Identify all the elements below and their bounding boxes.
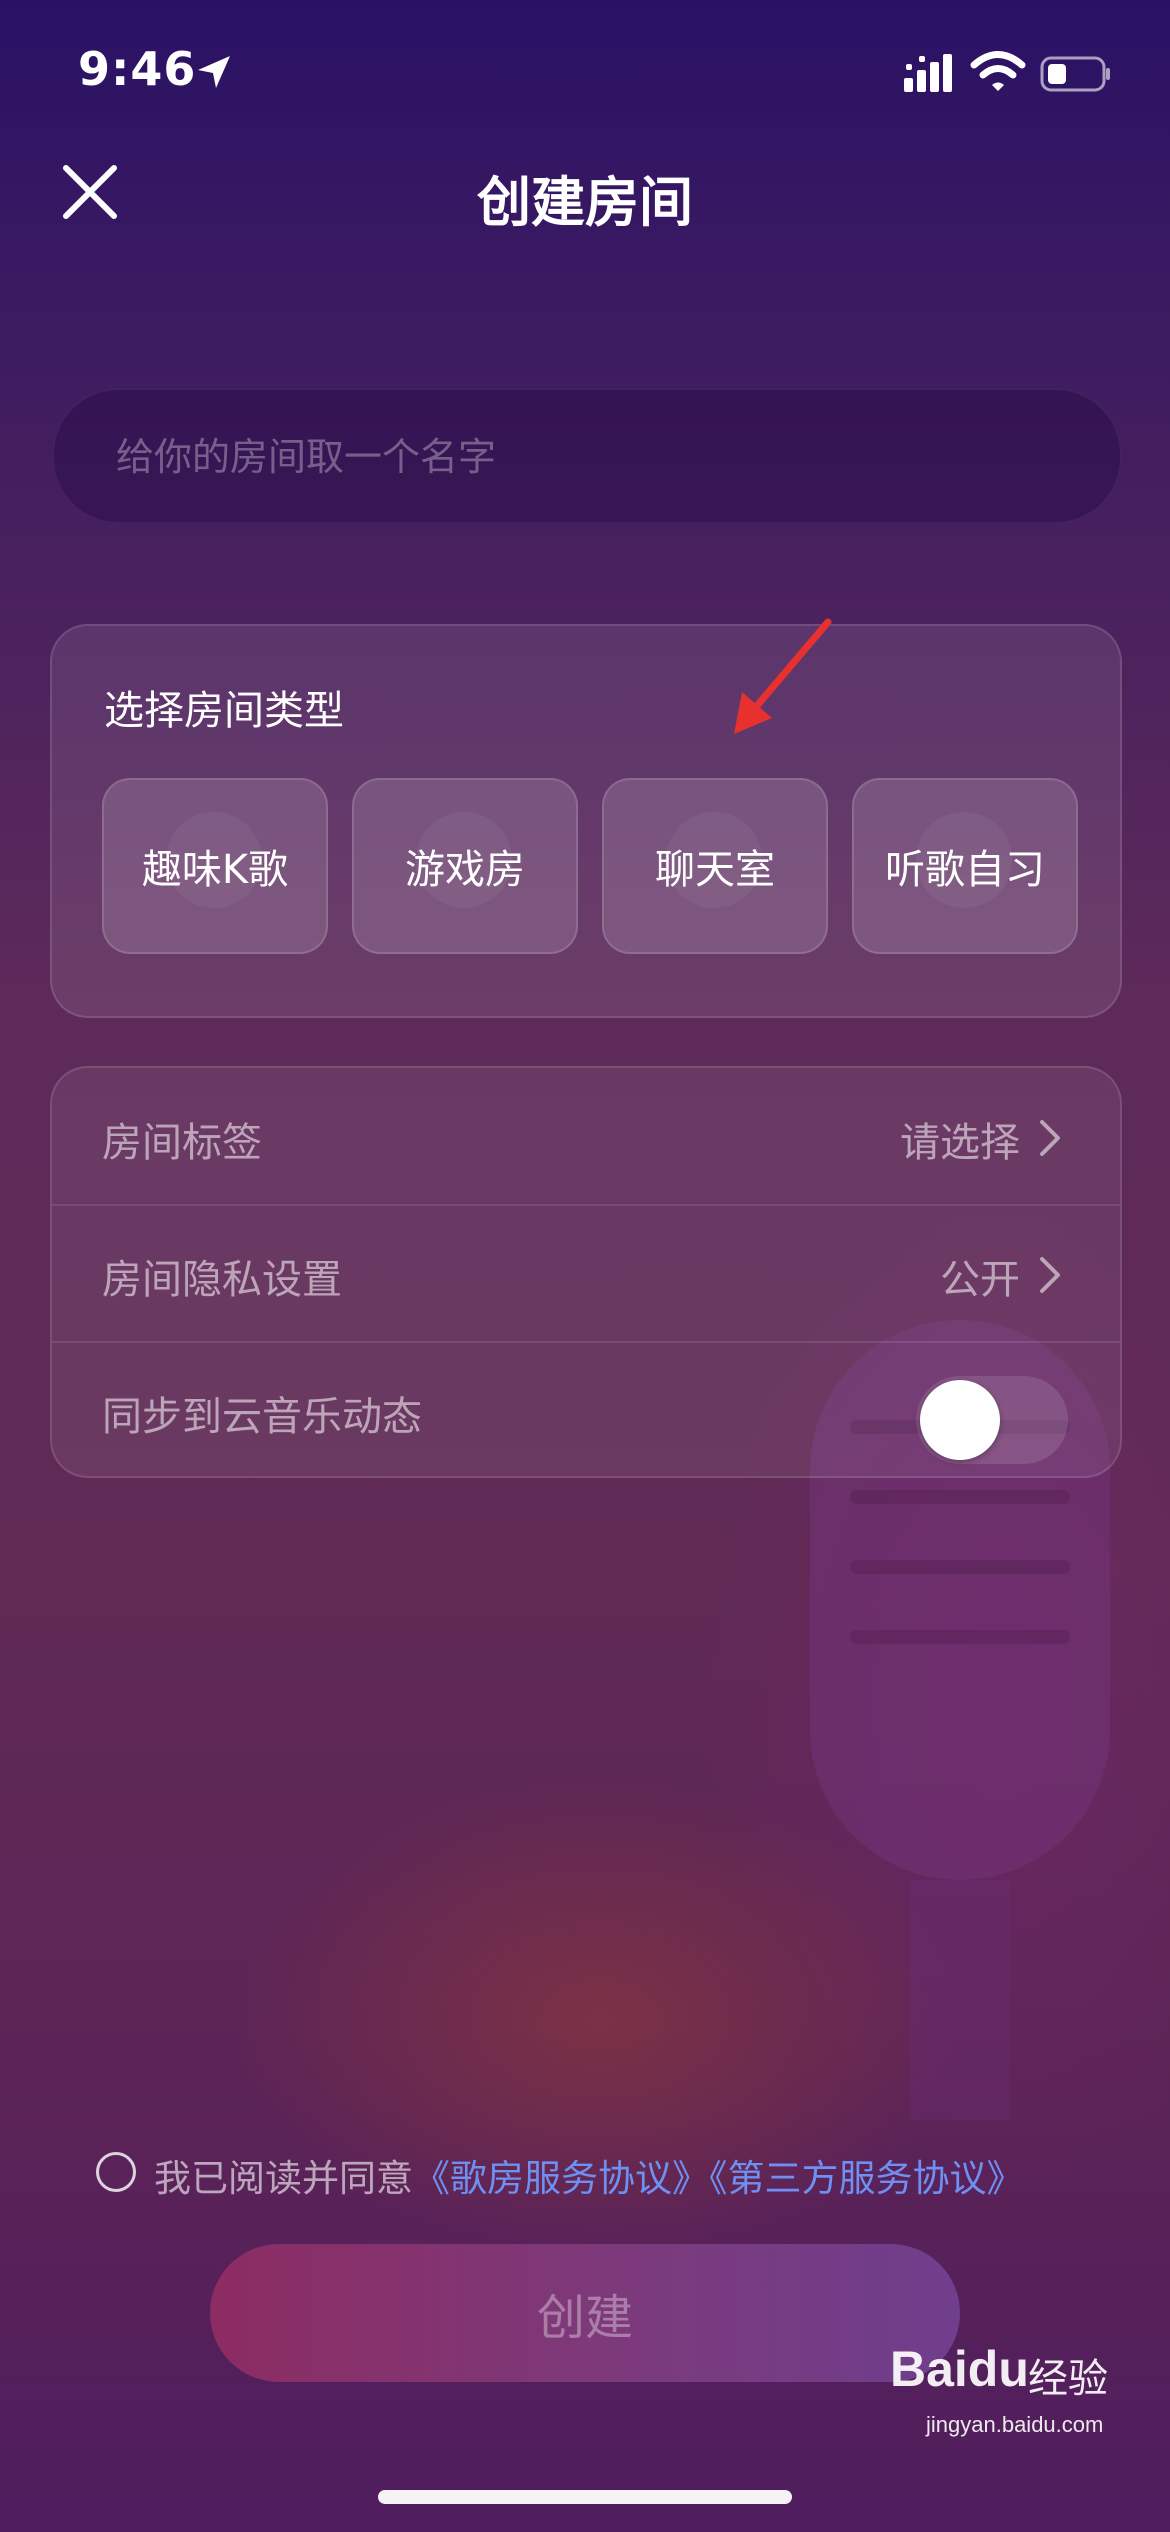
page-title: 创建房间 xyxy=(477,171,693,234)
room-privacy-row[interactable]: 房间隐私设置 公开 xyxy=(52,1205,1120,1341)
room-tags-row[interactable]: 房间标签 请选择 xyxy=(52,1068,1120,1204)
create-button[interactable]: 创建 xyxy=(210,2244,960,2382)
status-time: 9:46 xyxy=(78,42,197,96)
room-type-label: 听歌自习 xyxy=(885,847,1045,893)
room-type-card: 选择房间类型 趣味K歌 游戏房 聊天室 听歌自习 xyxy=(50,624,1122,1018)
watermark-url: jingyan.baidu.com xyxy=(926,2412,1104,2437)
room-settings-list: 房间标签 请选择 房间隐私设置 公开 同步到云音乐动态 xyxy=(50,1066,1122,1478)
location-arrow-icon xyxy=(198,56,230,88)
room-type-game[interactable]: 游戏房 xyxy=(352,778,578,954)
room-type-title: 选择房间类型 xyxy=(104,688,344,734)
baidu-logo: Baidu xyxy=(890,2341,1029,2397)
status-bar: 9:46 xyxy=(0,0,1170,140)
room-type-karaoke[interactable]: 趣味K歌 xyxy=(102,778,328,954)
room-name-input[interactable] xyxy=(114,390,1078,524)
room-type-study[interactable]: 听歌自习 xyxy=(852,778,1078,954)
battery-icon xyxy=(1040,56,1110,92)
room-type-label: 聊天室 xyxy=(655,847,775,893)
room-type-label: 趣味K歌 xyxy=(141,847,289,893)
sync-row: 同步到云音乐动态 xyxy=(52,1342,1120,1476)
sync-toggle[interactable] xyxy=(916,1376,1068,1464)
room-name-field[interactable] xyxy=(52,388,1122,524)
baidu-watermark: Baidu 经验 jingyan.baidu.com xyxy=(890,2334,1140,2454)
room-tags-value: 请选择 xyxy=(900,1120,1020,1166)
annotation-arrow-icon xyxy=(734,618,832,734)
room-type-label: 游戏房 xyxy=(405,847,525,893)
wifi-icon xyxy=(970,51,1026,91)
room-privacy-label: 房间隐私设置 xyxy=(102,1257,342,1303)
toggle-knob xyxy=(920,1380,1000,1460)
room-type-chat[interactable]: 聊天室 xyxy=(602,778,828,954)
home-indicator xyxy=(378,2490,792,2504)
chevron-right-icon xyxy=(1040,1257,1060,1293)
agreement-text: 我已阅读并同意《歌房服务协议》《第三方服务协议》 xyxy=(154,2148,1024,2202)
create-button-label: 创建 xyxy=(536,2290,633,2346)
sync-label: 同步到云音乐动态 xyxy=(102,1394,422,1440)
agreement-prefix: 我已阅读并同意 xyxy=(154,2157,413,2200)
signal-icon xyxy=(904,54,952,92)
room-privacy-value: 公开 xyxy=(940,1257,1020,1303)
chevron-right-icon xyxy=(1040,1120,1060,1156)
song-room-agreement-link[interactable]: 《歌房服务协议》 xyxy=(413,2157,709,2200)
agreement-checkbox[interactable] xyxy=(96,2152,136,2192)
room-tags-label: 房间标签 xyxy=(102,1120,262,1166)
third-party-agreement-link[interactable]: 《第三方服务协议》 xyxy=(709,2157,1024,2200)
watermark-cn: 经验 xyxy=(1028,2356,1108,2402)
